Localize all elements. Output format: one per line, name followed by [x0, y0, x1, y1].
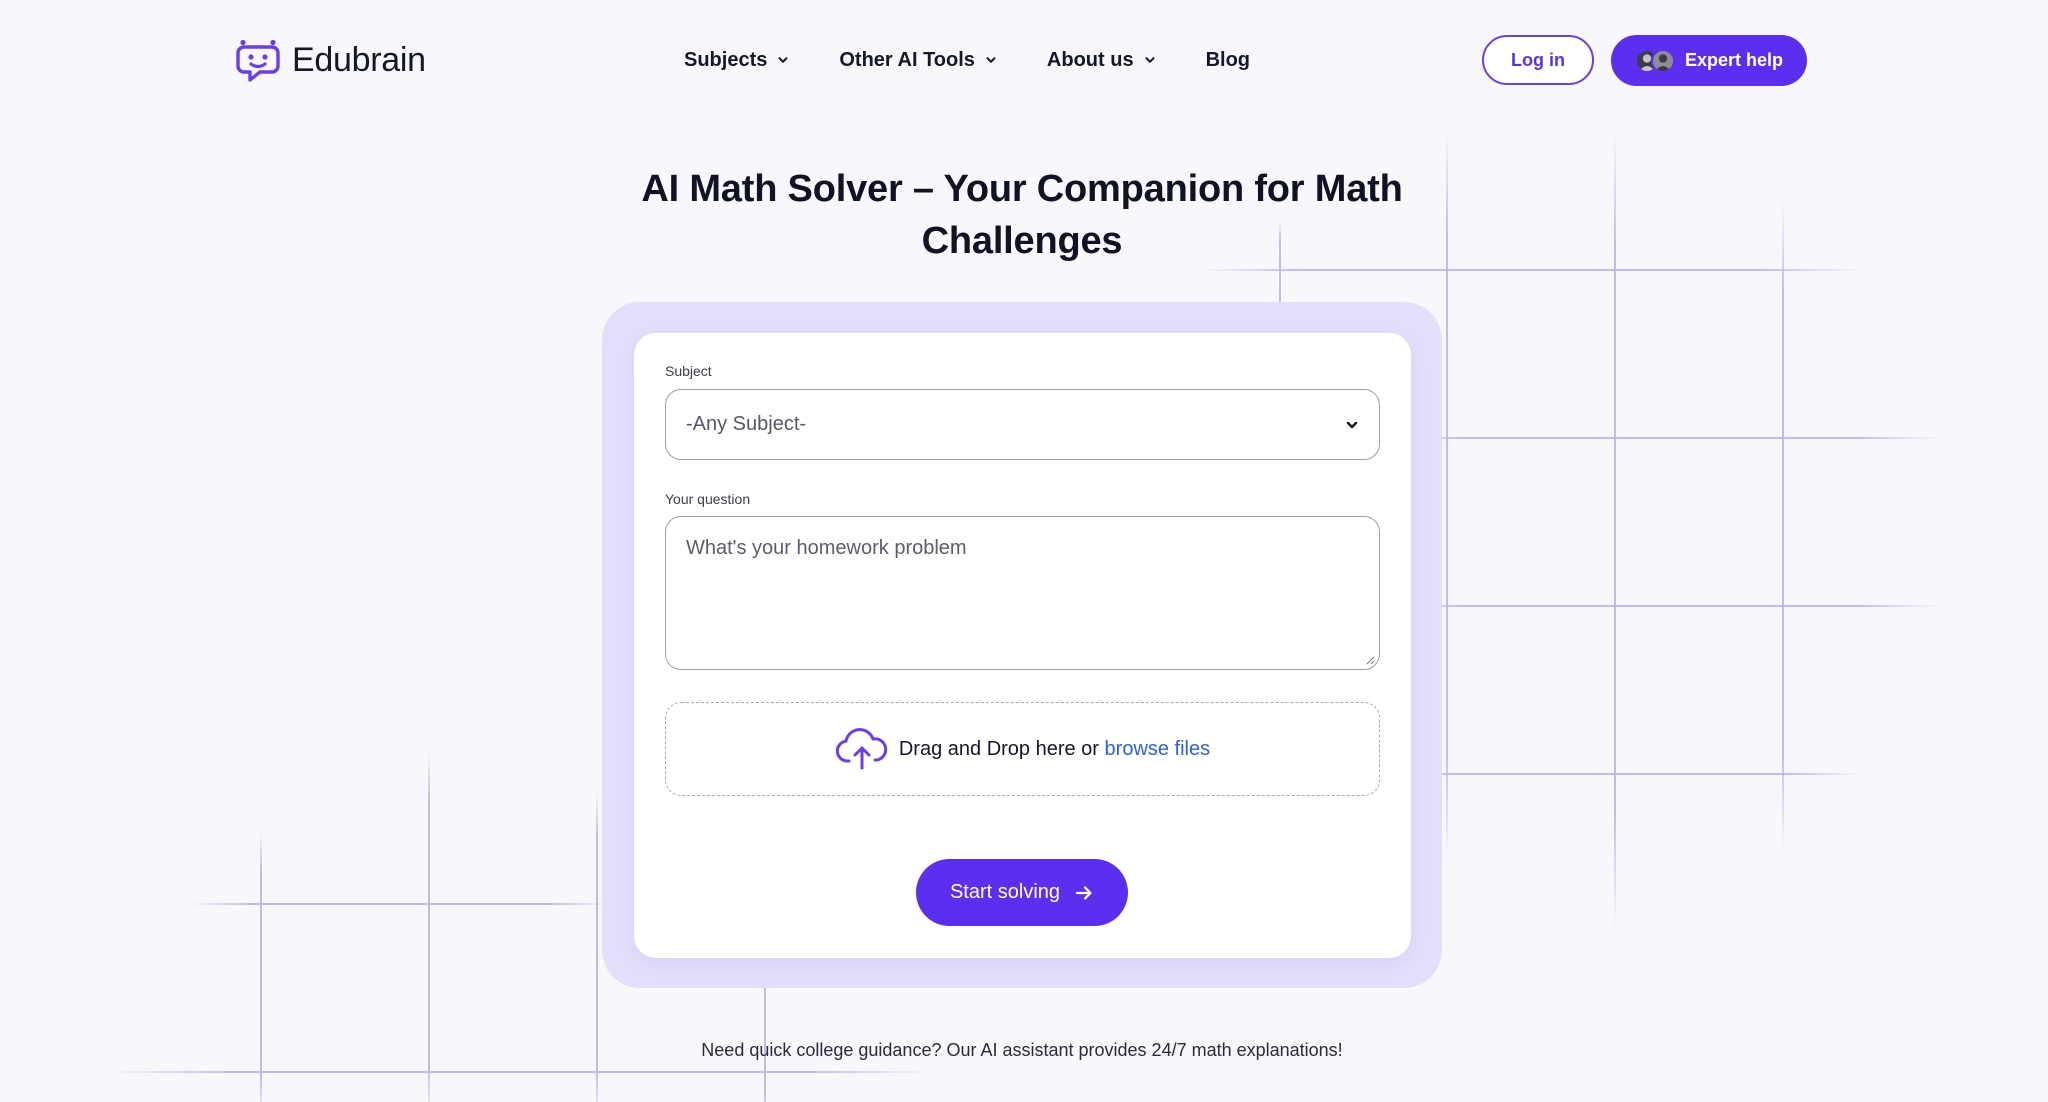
- avatar: [1650, 48, 1675, 73]
- page-title: AI Math Solver – Your Companion for Math…: [520, 163, 1524, 267]
- nav-item-label: Subjects: [684, 48, 768, 71]
- nav-item-label: Blog: [1205, 48, 1251, 71]
- cloud-upload-icon: [835, 728, 888, 770]
- question-textarea[interactable]: What's your homework problem: [665, 516, 1380, 670]
- chevron-down-icon: [986, 57, 996, 63]
- chevron-down-icon: [1145, 57, 1155, 63]
- main-navigation: Subjects Other AI Tools About us Blog: [684, 44, 1250, 76]
- dropzone-text: Drag and Drop here or browse files: [898, 737, 1211, 760]
- expert-help-button[interactable]: Expert help: [1611, 35, 1807, 86]
- nav-item-blog[interactable]: Blog: [1206, 49, 1250, 72]
- browse-files-link[interactable]: browse files: [1105, 738, 1211, 760]
- page-title-line2: Challenges: [921, 220, 1123, 262]
- chevron-down-icon: [778, 57, 788, 63]
- page-title-line1: AI Math Solver – Your Companion for Math: [641, 168, 1403, 210]
- question-placeholder: What's your homework problem: [686, 537, 967, 559]
- nav-item-label: Other AI Tools: [839, 48, 975, 71]
- subject-select[interactable]: -Any Subject-: [665, 389, 1380, 460]
- start-solving-button[interactable]: Start solving: [916, 859, 1128, 926]
- question-label: Your question: [665, 491, 751, 507]
- site-header: Edubrain Subjects Other AI Tools About u…: [0, 0, 2048, 120]
- start-solving-label: Start solving: [949, 881, 1061, 903]
- nav-item-other-ai-tools[interactable]: Other AI Tools: [839, 49, 997, 72]
- avatar-group-icon: [1634, 48, 1675, 73]
- chevron-down-icon: [1346, 421, 1358, 428]
- page: Edubrain Subjects Other AI Tools About u…: [0, 0, 2048, 1102]
- solver-form-card: Subject -Any Subject- Your question What…: [634, 333, 1411, 958]
- brand-name: Edubrain: [292, 40, 426, 79]
- nav-item-about-us[interactable]: About us: [1047, 49, 1156, 72]
- arrow-right-icon: [1075, 885, 1092, 900]
- chat-bubble-face-icon: [236, 39, 280, 82]
- nav-item-subjects[interactable]: Subjects: [684, 49, 789, 72]
- subject-select-value: -Any Subject-: [686, 413, 807, 435]
- brand-logo-link[interactable]: Edubrain: [236, 38, 426, 82]
- login-button[interactable]: Log in: [1482, 35, 1594, 85]
- footer-tagline: Need quick college guidance? Our AI assi…: [701, 1040, 1343, 1060]
- expert-help-label: Expert help: [1684, 50, 1784, 70]
- file-dropzone[interactable]: Drag and Drop here or browse files: [665, 702, 1380, 796]
- nav-item-label: About us: [1046, 48, 1134, 71]
- subject-label: Subject: [665, 363, 712, 379]
- resize-grip-icon[interactable]: [1365, 655, 1375, 665]
